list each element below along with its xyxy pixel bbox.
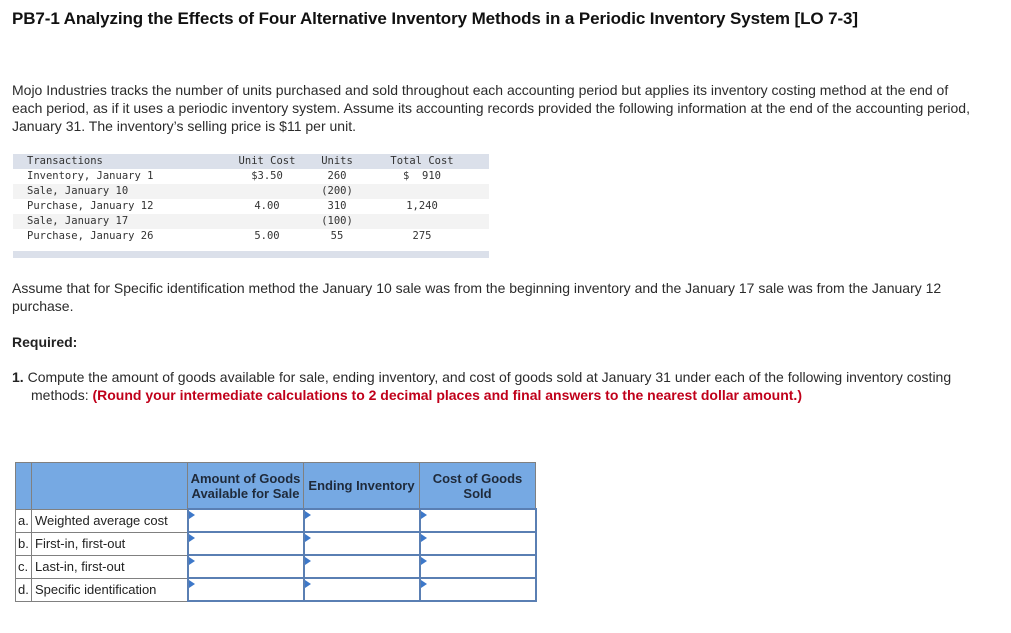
- header-total-cost: Total Cost: [390, 155, 454, 167]
- row-label: Weighted average cost: [31, 508, 188, 533]
- ending-inventory-input[interactable]: [304, 511, 419, 530]
- row-letter: d.: [15, 577, 32, 602]
- header-blank-label: [31, 462, 188, 510]
- row-letter: c.: [15, 554, 32, 579]
- transaction-row: Sale, January 17 (100): [13, 214, 489, 229]
- answer-row-weighted-average: a. Weighted average cost: [15, 508, 537, 533]
- transaction-name: Purchase, January 12: [27, 200, 154, 212]
- cogs-input[interactable]: [420, 534, 535, 553]
- transaction-total-cost: $ 910: [403, 170, 441, 182]
- header-transactions: Transactions: [27, 155, 103, 167]
- problem-title: PB7-1 Analyzing the Effects of Four Alte…: [12, 9, 858, 28]
- cogs-cell: [418, 577, 537, 602]
- transaction-unit-cost: $3.50: [251, 170, 283, 182]
- input-marker-icon: [420, 557, 427, 565]
- input-marker-icon: [420, 580, 427, 588]
- header-unit-cost: Unit Cost: [238, 155, 296, 167]
- header-goods-available: Amount of Goods Available for Sale: [187, 462, 304, 510]
- input-marker-icon: [188, 534, 195, 542]
- transaction-units: (100): [321, 215, 353, 227]
- transaction-name: Sale, January 17: [27, 215, 129, 227]
- transactions-footer-band: [13, 251, 489, 258]
- row-label: Last-in, first-out: [31, 554, 188, 579]
- transaction-name: Inventory, January 1: [27, 170, 154, 182]
- transactions-header-row: Transactions Unit Cost Units Total Cost: [13, 154, 489, 169]
- header-units: Units: [321, 155, 353, 167]
- goods-available-input[interactable]: [188, 580, 303, 599]
- cogs-cell: [418, 508, 537, 533]
- cogs-cell: [418, 554, 537, 579]
- goods-available-input[interactable]: [188, 511, 303, 530]
- input-marker-icon: [304, 580, 311, 588]
- row-letter: b.: [15, 531, 32, 556]
- goods-available-cell: [186, 577, 305, 602]
- transaction-units: (200): [321, 185, 353, 197]
- transaction-unit-cost: 4.00: [254, 200, 280, 212]
- answer-row-fifo: b. First-in, first-out: [15, 531, 537, 556]
- input-marker-icon: [304, 534, 311, 542]
- row-label: First-in, first-out: [31, 531, 188, 556]
- transaction-total-cost: [372, 184, 472, 199]
- transaction-total-cost: [372, 214, 472, 229]
- goods-available-input[interactable]: [188, 534, 303, 553]
- required-label: Required:: [12, 334, 78, 350]
- transaction-total-cost: 1,240: [406, 200, 438, 212]
- input-marker-icon: [188, 580, 195, 588]
- ending-inventory-input[interactable]: [304, 534, 419, 553]
- transaction-row: Purchase, January 12 4.00 310 1,240: [13, 199, 489, 214]
- input-marker-icon: [304, 557, 311, 565]
- transaction-units: 310: [327, 200, 347, 212]
- row-label: Specific identification: [31, 577, 188, 602]
- ending-inventory-input[interactable]: [304, 557, 419, 576]
- cogs-input[interactable]: [420, 557, 535, 576]
- rounding-instruction: (Round your intermediate calculations to…: [92, 387, 802, 403]
- ending-inventory-input[interactable]: [304, 580, 419, 599]
- cogs-input[interactable]: [420, 580, 535, 599]
- question-number: 1.: [12, 369, 24, 385]
- transaction-total-cost: 275: [412, 230, 432, 242]
- goods-available-cell: [186, 554, 305, 579]
- header-cogs: Cost of Goods Sold: [419, 462, 536, 510]
- row-letter: a.: [15, 508, 32, 533]
- transaction-name: Purchase, January 26: [27, 230, 154, 242]
- transaction-unit-cost: [232, 214, 302, 229]
- ending-inventory-cell: [302, 554, 421, 579]
- transaction-row: Sale, January 10 (200): [13, 184, 489, 199]
- goods-available-cell: [186, 508, 305, 533]
- header-ending-inventory: Ending Inventory: [303, 462, 420, 510]
- transactions-table: Transactions Unit Cost Units Total Cost …: [13, 154, 489, 258]
- answer-row-lifo: c. Last-in, first-out: [15, 554, 537, 579]
- header-blank-letter: [15, 462, 32, 510]
- transaction-unit-cost: 5.00: [254, 230, 280, 242]
- answer-row-specific-identification: d. Specific identification: [15, 577, 537, 602]
- goods-available-input[interactable]: [188, 557, 303, 576]
- ending-inventory-cell: [302, 508, 421, 533]
- goods-available-cell: [186, 531, 305, 556]
- ending-inventory-cell: [302, 577, 421, 602]
- answer-table: Amount of Goods Available for Sale Endin…: [15, 462, 537, 602]
- question-1: 1. Compute the amount of goods available…: [12, 368, 991, 404]
- transaction-units: 260: [327, 170, 347, 182]
- input-marker-icon: [420, 511, 427, 519]
- input-marker-icon: [188, 557, 195, 565]
- cogs-input[interactable]: [420, 511, 535, 530]
- transaction-name: Sale, January 10: [27, 185, 129, 197]
- input-marker-icon: [420, 534, 427, 542]
- transaction-unit-cost: [232, 184, 302, 199]
- transaction-row: Purchase, January 26 5.00 55 275: [13, 229, 489, 244]
- ending-inventory-cell: [302, 531, 421, 556]
- assumption-paragraph: Assume that for Specific identification …: [12, 280, 942, 314]
- transaction-row: Inventory, January 1 $3.50 260 $ 910: [13, 169, 489, 184]
- intro-paragraph: Mojo Industries tracks the number of uni…: [12, 82, 970, 134]
- answer-header-row: Amount of Goods Available for Sale Endin…: [15, 462, 536, 510]
- transaction-units: 55: [330, 230, 344, 242]
- input-marker-icon: [188, 511, 195, 519]
- cogs-cell: [418, 531, 537, 556]
- input-marker-icon: [304, 511, 311, 519]
